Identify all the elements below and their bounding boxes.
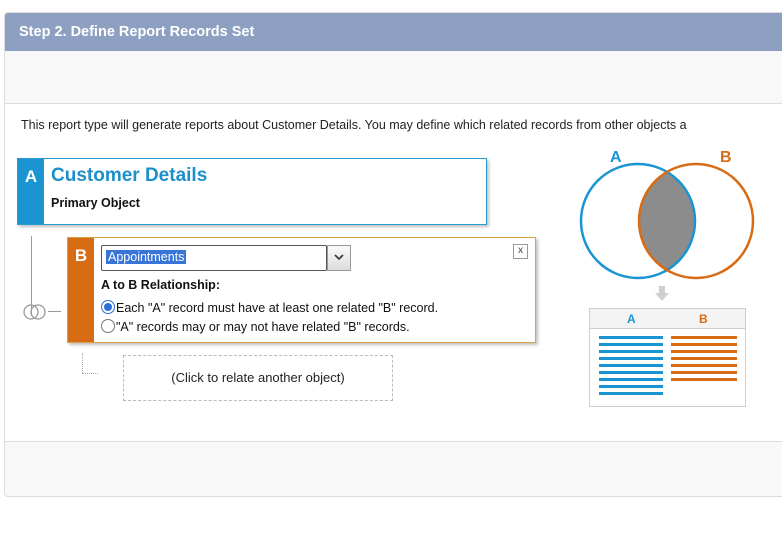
radio-option-optional[interactable]: "A" records may or may not have related … [101, 319, 410, 334]
join-rings-icon [23, 304, 46, 320]
relationship-label: A to B Relationship: [101, 278, 220, 292]
dotted-connector [82, 353, 83, 373]
table-col-a: A [627, 312, 636, 326]
venn-label-a: A [610, 149, 622, 166]
arrow-down-icon [655, 286, 669, 301]
venn-diagram: A B [579, 149, 755, 280]
result-table-graphic: A B [589, 308, 746, 407]
radio-label: "A" records may or may not have related … [116, 320, 410, 334]
object-a-box: A Customer Details Primary Object [17, 158, 487, 225]
related-object-select[interactable]: Appointments [101, 245, 351, 271]
relate-another-object-button[interactable]: (Click to relate another object) [123, 355, 393, 401]
table-col-b: B [699, 312, 708, 326]
radio-option-required[interactable]: Each "A" record must have at least one r… [101, 300, 438, 315]
object-a-name: Customer Details [51, 165, 208, 186]
radio-button[interactable] [101, 319, 115, 333]
object-a-role: Primary Object [51, 196, 140, 210]
dotted-connector [82, 373, 98, 374]
close-button[interactable]: x [513, 244, 528, 259]
selected-object: Appointments [106, 250, 187, 264]
venn-label-b: B [720, 149, 732, 166]
chevron-down-icon[interactable] [327, 245, 351, 271]
object-b-box: B Appointments x A to B Relationship: Ea… [67, 237, 536, 343]
object-b-letter: B [68, 238, 94, 342]
radio-label: Each "A" record must have at least one r… [116, 301, 439, 315]
step-header: Step 2. Define Report Records Set [5, 13, 782, 51]
toolbar-strip [5, 51, 782, 104]
description-text: This report type will generate reports a… [21, 118, 687, 132]
object-a-letter: A [18, 159, 44, 224]
radio-button-checked[interactable] [101, 300, 115, 314]
